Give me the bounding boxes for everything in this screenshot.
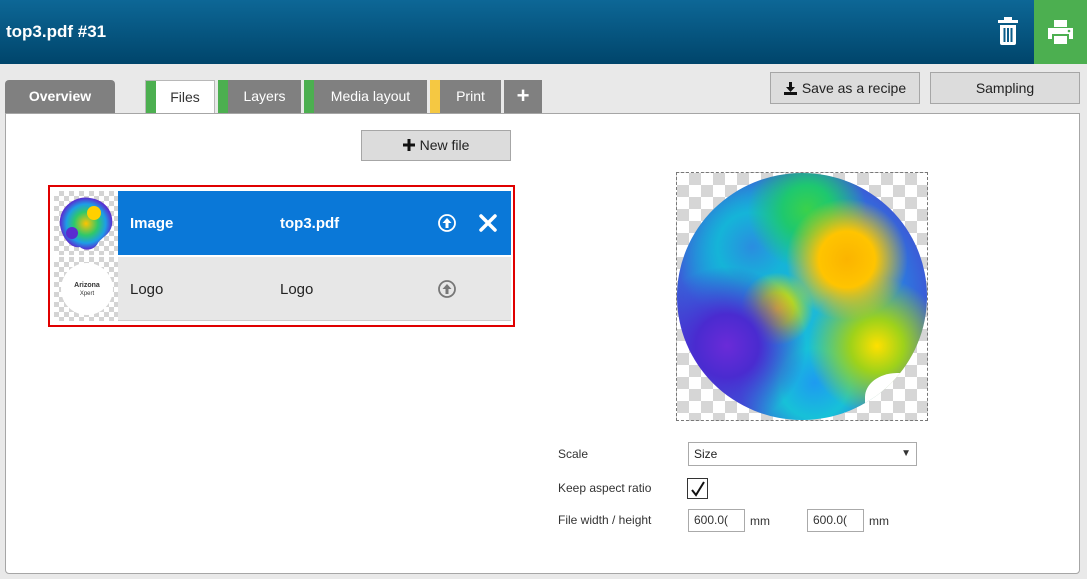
file-row-logo[interactable]: Arizona Xpert Logo Logo xyxy=(54,257,511,321)
chevron-down-icon: ▼ xyxy=(901,448,911,459)
print-button[interactable] xyxy=(1034,0,1087,64)
tab-files[interactable]: Files xyxy=(145,80,215,114)
tab-print[interactable]: Print xyxy=(430,80,501,113)
file-row-filename: Logo xyxy=(280,281,314,298)
file-row-image[interactable]: Image top3.pdf xyxy=(54,191,511,255)
scale-select[interactable]: Size ▼ xyxy=(688,442,917,466)
file-height-input[interactable]: 600.0( xyxy=(807,509,864,532)
page-title: top3.pdf #31 xyxy=(6,22,107,41)
upload-circle-icon[interactable] xyxy=(438,280,456,298)
download-icon xyxy=(783,82,797,95)
close-icon[interactable] xyxy=(479,214,497,232)
keep-aspect-label: Keep aspect ratio xyxy=(558,481,652,495)
tab-layers[interactable]: Layers xyxy=(218,80,301,113)
tab-media-layout[interactable]: Media layout xyxy=(304,80,427,113)
scale-label: Scale xyxy=(558,447,589,461)
file-row-filename: top3.pdf xyxy=(280,215,340,232)
file-size-label: File width / height xyxy=(558,513,652,527)
keep-aspect-checkbox[interactable] xyxy=(687,478,708,499)
add-tab-button[interactable]: + xyxy=(504,80,542,113)
logo-text-line1: Arizona xyxy=(74,282,100,289)
new-file-label: New file xyxy=(419,137,470,153)
file-thumbnail: Arizona Xpert xyxy=(54,257,118,321)
file-thumbnail xyxy=(54,191,118,255)
tab-label: Layers xyxy=(243,88,286,104)
plus-icon xyxy=(402,139,415,151)
new-file-button[interactable]: New file xyxy=(361,130,511,161)
tab-label: Print xyxy=(456,88,485,104)
file-preview xyxy=(676,172,928,421)
app-header: top3.pdf #31 xyxy=(0,0,1087,64)
file-list: Image top3.pdf Arizona Xpert Logo Logo xyxy=(48,185,515,327)
height-unit: mm xyxy=(869,514,889,528)
tab-status-marker xyxy=(218,80,228,113)
width-unit: mm xyxy=(750,514,770,528)
tab-status-marker xyxy=(146,81,156,114)
preview-image-highlight xyxy=(865,373,927,420)
tab-status-marker xyxy=(430,80,440,113)
file-row-name: Logo xyxy=(130,281,164,298)
save-recipe-button[interactable]: Save as a recipe xyxy=(770,72,920,104)
printer-icon xyxy=(1048,20,1073,44)
tab-status-marker xyxy=(304,80,314,113)
tab-overview[interactable]: Overview xyxy=(5,80,115,113)
upload-circle-icon[interactable] xyxy=(438,214,456,232)
scale-select-value: Size xyxy=(694,447,718,461)
check-icon xyxy=(691,481,705,497)
preview-image xyxy=(677,173,927,420)
tab-label: Media layout xyxy=(330,88,411,104)
file-width-input[interactable]: 600.0( xyxy=(688,509,745,532)
trash-icon[interactable] xyxy=(995,16,1021,46)
tab-label: Files xyxy=(170,89,200,105)
save-recipe-label: Save as a recipe xyxy=(801,80,907,96)
file-row-name: Image xyxy=(130,215,174,232)
sampling-button[interactable]: Sampling xyxy=(930,72,1080,104)
logo-text-line2: Xpert xyxy=(79,291,95,297)
logo-thumbnail: Arizona Xpert xyxy=(61,263,113,315)
